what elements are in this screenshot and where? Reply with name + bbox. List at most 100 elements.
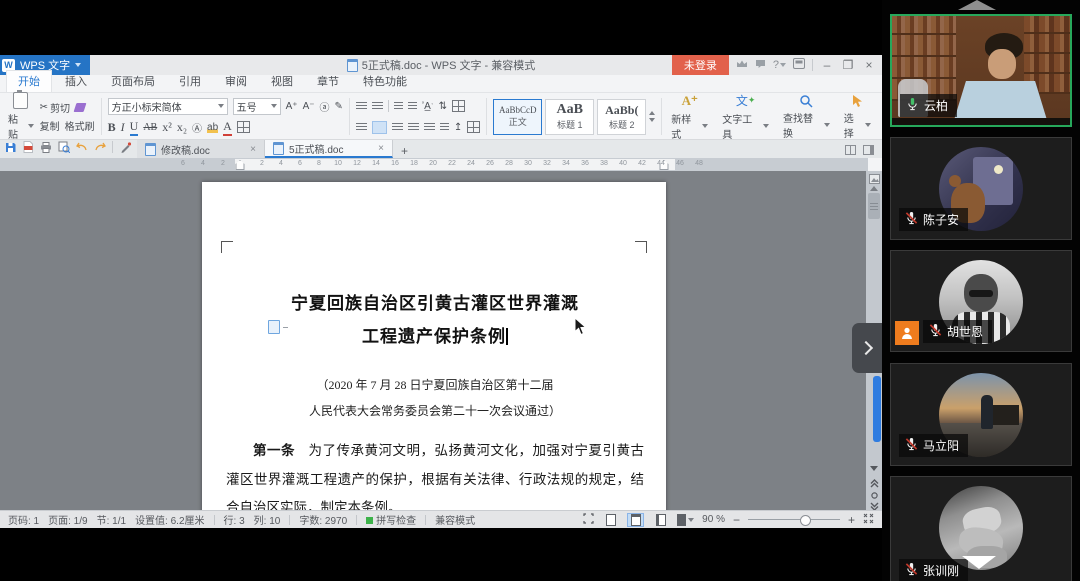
maximize-button[interactable]: ❐ [841, 58, 855, 72]
tab-section[interactable]: 章节 [306, 71, 350, 92]
view-mode-dropdown[interactable] [677, 513, 694, 527]
side-panel-expand-tab[interactable] [852, 323, 882, 373]
tab-home[interactable]: 开始 [6, 70, 52, 92]
char-scale-icon[interactable]: ⇅ [439, 101, 447, 112]
close-tab-icon[interactable]: × [378, 143, 384, 154]
text-tool-button[interactable]: 文✦ 文字工具 [715, 96, 776, 137]
collapse-up-icon[interactable] [958, 0, 996, 10]
task-pane-icon[interactable] [862, 144, 874, 156]
font-color-button[interactable]: A [223, 119, 232, 136]
styles-up-icon[interactable] [649, 111, 655, 115]
grow-font-button[interactable]: A⁺ [286, 101, 298, 112]
zoom-slider[interactable] [748, 519, 840, 520]
view-outline-button[interactable] [652, 513, 669, 527]
subscript-button[interactable]: x₂ [177, 120, 187, 135]
status-compat-mode[interactable]: 兼容模式 [435, 512, 475, 527]
bullet-list-icon[interactable] [356, 102, 367, 111]
undo-icon[interactable] [76, 141, 88, 153]
find-replace-button[interactable]: 查找替换 [776, 96, 837, 137]
split-view-icon[interactable] [844, 144, 856, 156]
format-painter-icon[interactable] [74, 103, 87, 112]
zoom-in-button[interactable]: + [848, 514, 855, 526]
new-tab-button[interactable]: + [393, 144, 416, 158]
status-word-count[interactable]: 字数: 2970 [299, 512, 347, 527]
font-name-select[interactable]: 方正小标宋简体 [108, 98, 228, 115]
style-heading1[interactable]: AaB 标题 1 [545, 99, 594, 135]
save-icon[interactable] [4, 141, 16, 153]
tab-insert[interactable]: 插入 [54, 71, 98, 92]
align-justify-icon[interactable] [408, 123, 419, 132]
numbered-list-icon[interactable] [372, 102, 383, 111]
styles-down-icon[interactable] [649, 118, 655, 122]
select-browse-object-icon[interactable] [868, 492, 880, 499]
participant-tile-hushien[interactable]: 胡世恩 [890, 250, 1072, 352]
scroll-down-icon[interactable] [868, 466, 880, 471]
minimize-button[interactable]: – [820, 58, 834, 72]
print-preview-icon[interactable] [58, 141, 70, 153]
align-distribute-icon[interactable] [424, 123, 435, 132]
participant-tile-yunbai[interactable]: 云柏 [890, 14, 1072, 127]
zoom-out-button[interactable]: − [733, 514, 740, 526]
underline-button[interactable]: U [130, 119, 139, 136]
close-button[interactable]: × [862, 58, 876, 72]
format-painter-button[interactable]: 格式刷 [65, 118, 95, 133]
redo-icon[interactable] [94, 141, 106, 153]
sort-icon[interactable]: ↥ [454, 122, 462, 133]
table-icon[interactable] [452, 100, 465, 112]
shrink-font-button[interactable]: A⁻ [303, 101, 315, 112]
superscript-button[interactable]: x² [162, 120, 172, 135]
align-left-icon[interactable] [356, 123, 367, 132]
view-print-layout-button[interactable] [627, 513, 644, 527]
view-page-button[interactable] [602, 513, 619, 527]
close-tab-icon[interactable]: × [250, 144, 256, 155]
export-pdf-icon[interactable] [22, 141, 34, 153]
status-spell-check[interactable]: 拼写检查 [366, 512, 416, 527]
align-right-icon[interactable] [392, 123, 403, 132]
italic-button[interactable]: I [121, 120, 125, 135]
read-mode-icon[interactable] [868, 174, 880, 184]
scrollbar-active-segment[interactable] [873, 376, 881, 442]
horizontal-ruler[interactable]: 6422468101214161820222426283032343638404… [0, 158, 868, 171]
line-spacing-icon[interactable] [440, 123, 449, 132]
paste-button[interactable]: 粘贴 [8, 92, 34, 141]
select-button[interactable]: 选择 [837, 96, 878, 137]
scrollbar-thumb[interactable] [868, 193, 880, 219]
scroll-up-icon[interactable] [868, 186, 880, 191]
zoom-value[interactable]: 90 % [702, 514, 725, 525]
doc-tab-final[interactable]: 5正式稿.doc × [265, 140, 393, 158]
feedback-icon[interactable] [755, 59, 766, 72]
vip-icon[interactable] [736, 59, 748, 72]
font-size-select[interactable]: 五号 [233, 98, 281, 115]
ink-pen-icon[interactable] [119, 141, 131, 153]
fit-page-icon[interactable] [863, 513, 874, 527]
document-canvas[interactable]: 宁夏回族自治区引黄古灌区世界灌溉 工程遗产保护条例 （2020 年 7 月 28… [0, 171, 868, 510]
highlight-color-icon[interactable]: ab [207, 122, 218, 133]
text-effects-icon[interactable]: Ⓐ [192, 120, 202, 135]
ribbon-toggle-icon[interactable] [793, 58, 805, 72]
increase-indent-icon[interactable] [408, 102, 417, 111]
zoom-slider-thumb[interactable] [800, 515, 811, 526]
asian-layout-icon[interactable]: ʼA̲ˑ [422, 101, 434, 112]
document-page[interactable]: 宁夏回族自治区引黄古灌区世界灌溉 工程遗产保护条例 （2020 年 7 月 28… [202, 182, 666, 510]
doc-tab-revision[interactable]: 修改稿.doc × [137, 140, 265, 158]
tab-special-features[interactable]: 特色功能 [352, 71, 418, 92]
style-normal[interactable]: AaBbCcD 正文 [493, 99, 542, 135]
style-heading2[interactable]: AaBb( 标题 2 [597, 99, 646, 135]
bold-button[interactable]: B [108, 120, 116, 135]
tab-view[interactable]: 视图 [260, 71, 304, 92]
phonetic-guide-icon[interactable]: ⓐ [320, 99, 330, 114]
cut-button[interactable]: ✂剪切 [40, 100, 70, 115]
paste-options-widget[interactable] [268, 320, 288, 334]
char-shading-icon[interactable] [237, 121, 250, 133]
copy-button[interactable]: 复制 [40, 118, 60, 133]
tab-references[interactable]: 引用 [168, 71, 212, 92]
align-center-icon[interactable] [372, 121, 387, 134]
print-icon[interactable] [40, 141, 52, 153]
tab-page-layout[interactable]: 页面布局 [100, 71, 166, 92]
strikethrough-button[interactable]: AB [143, 122, 157, 133]
fullscreen-icon[interactable] [583, 513, 594, 527]
participant-tile-maliyang[interactable]: 马立阳 [890, 363, 1072, 466]
tab-review[interactable]: 审阅 [214, 71, 258, 92]
login-button[interactable]: 未登录 [672, 55, 729, 75]
decrease-indent-icon[interactable] [394, 102, 403, 111]
